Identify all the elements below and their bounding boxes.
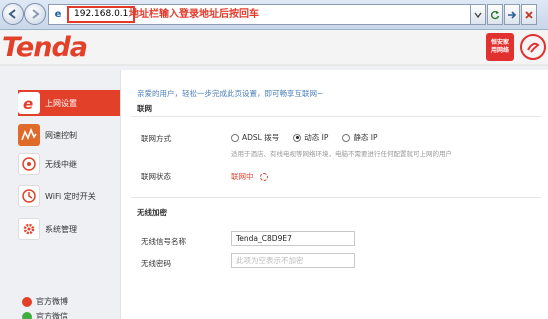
refresh-icon xyxy=(490,10,500,19)
connection-method-hint: 适用于酒店、有线电视等网络环境，电脑不需要进行任何配置就可上网的用户 xyxy=(231,150,452,158)
internet-e-icon: e xyxy=(18,92,40,114)
ssid-input[interactable] xyxy=(231,231,355,246)
stop-button[interactable] xyxy=(521,4,537,25)
radio-button[interactable] xyxy=(231,133,239,142)
svg-text:Tenda: Tenda xyxy=(2,32,87,62)
address-bar[interactable]: e 192.168.0.1 地址栏输入登录地址后按回车 xyxy=(48,4,472,25)
radio-static-ip[interactable]: 静态 IP xyxy=(342,132,377,143)
sidebar-item-label: 网速控制 xyxy=(45,130,77,140)
wireless-section-title: 无线加密 xyxy=(137,208,167,217)
page-icon: e xyxy=(54,9,62,20)
gear-icon xyxy=(18,218,40,240)
speed-bars-icon xyxy=(18,124,40,146)
internet-section-title: 联网 xyxy=(137,104,152,113)
wireless-repeater-icon xyxy=(18,153,40,175)
welcome-text: 亲爱的用户，轻松一步完成此页设置，即可畅享互联网~ xyxy=(137,89,324,98)
sidebar-item-speed-control[interactable]: 网速控制 xyxy=(18,122,118,148)
status-text: 联网中 xyxy=(231,172,254,181)
sidebar-item-label: 上网设置 xyxy=(45,98,77,108)
sidebar-item-internet-settings[interactable]: e 上网设置 xyxy=(18,90,118,116)
radio-button-selected[interactable] xyxy=(293,133,302,142)
social-label: 官方微信 xyxy=(36,312,68,319)
tenda-logo: Tenda xyxy=(0,32,120,63)
connection-method-label: 联网方式 xyxy=(141,134,171,143)
connection-status-value: 联网中 xyxy=(231,171,268,182)
settings-panel: 亲爱的用户，轻松一步完成此页设置，即可畅享互联网~ 联网 联网方式 ADSL 拨… xyxy=(120,70,548,319)
sidebar-item-wifi-timer[interactable]: WiFi 定时开关 xyxy=(18,183,118,209)
address-dropdown-button[interactable] xyxy=(470,4,486,25)
address-hint: 地址栏输入登录地址后按回车 xyxy=(129,9,259,20)
social-label: 官方微博 xyxy=(36,297,68,306)
radio-adsl[interactable]: ADSL 拨号 xyxy=(231,132,279,143)
wifi-password-label: 无线密码 xyxy=(141,259,171,268)
brand-seal-icon xyxy=(520,34,546,60)
section-divider xyxy=(131,116,541,117)
url-text[interactable]: 192.168.0.1 xyxy=(67,6,136,23)
connection-method-radio-group: ADSL 拨号 动态 IP 静态 IP xyxy=(231,132,391,143)
sidebar-item-system-management[interactable]: 系统管理 xyxy=(18,216,118,242)
browser-toolbar: e 192.168.0.1 地址栏输入登录地址后按回车 xyxy=(0,0,548,30)
wifi-timer-icon xyxy=(18,185,40,207)
badge-line-2: 用网络 xyxy=(490,47,509,54)
loading-spinner-icon xyxy=(259,172,268,181)
wechat-icon xyxy=(22,311,32,319)
back-arrow-icon xyxy=(8,9,16,19)
connection-status-label: 联网状态 xyxy=(141,172,171,181)
badge-line-1: 恒安家 xyxy=(490,39,509,46)
radio-label: 静态 IP xyxy=(353,133,378,142)
sidebar-item-label: 无线中继 xyxy=(45,159,77,169)
sidebar-item-wireless-repeater[interactable]: 无线中继 xyxy=(18,151,118,177)
sidebar-item-label: 系统管理 xyxy=(45,224,77,234)
brand-badge: 恒安家 用网络 xyxy=(486,33,514,61)
sidebar-item-label: WiFi 定时开关 xyxy=(45,191,96,201)
section-divider xyxy=(131,197,541,198)
go-arrow-icon xyxy=(508,10,517,19)
svg-text:e: e xyxy=(23,95,33,111)
radio-label: 动态 IP xyxy=(304,133,329,142)
go-button[interactable] xyxy=(504,4,520,25)
back-button[interactable] xyxy=(2,3,24,25)
close-icon xyxy=(525,10,533,19)
official-weibo-link[interactable]: 官方微博 xyxy=(22,296,68,307)
forward-arrow-icon xyxy=(32,9,40,19)
forward-button[interactable] xyxy=(24,3,46,25)
weibo-icon xyxy=(22,296,32,307)
refresh-button[interactable] xyxy=(487,4,503,25)
radio-button[interactable] xyxy=(342,133,351,142)
wifi-password-input[interactable] xyxy=(231,253,355,268)
ssid-label: 无线信号名称 xyxy=(141,237,186,246)
radio-dynamic-ip[interactable]: 动态 IP xyxy=(293,132,328,143)
radio-label: ADSL 拨号 xyxy=(242,133,280,142)
router-header: Tenda 恒安家 用网络 xyxy=(0,30,548,66)
chevron-down-icon xyxy=(474,12,482,18)
official-wechat-link[interactable]: 官方微信 xyxy=(22,311,68,319)
